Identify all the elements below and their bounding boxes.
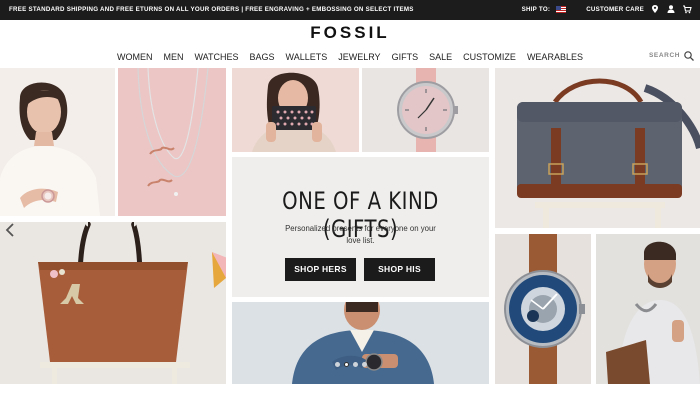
- us-flag-icon[interactable]: [556, 5, 567, 13]
- location-pin-icon[interactable]: [650, 4, 660, 14]
- blue-watch-image[interactable]: [495, 234, 591, 384]
- man-portrait-image[interactable]: [596, 234, 700, 384]
- shop-hers-button[interactable]: SHOP HERS: [285, 258, 356, 281]
- user-icon[interactable]: [666, 4, 676, 14]
- nav-men[interactable]: MEN: [158, 50, 189, 64]
- carousel-dots: [335, 362, 367, 367]
- nav-women[interactable]: WOMEN: [112, 50, 159, 64]
- pink-watch-image[interactable]: [362, 68, 489, 152]
- nav-watches[interactable]: WATCHES: [189, 50, 244, 64]
- search-icon[interactable]: [683, 50, 695, 62]
- carousel-dot[interactable]: [335, 362, 340, 367]
- promo-text: FREE STANDARD SHIPPING AND FREE ETURNS O…: [9, 6, 414, 13]
- woman-portrait-image[interactable]: [0, 68, 115, 216]
- nav-jewelry[interactable]: JEWELRY: [333, 50, 386, 64]
- nav-bags[interactable]: BAGS: [244, 50, 280, 64]
- carousel-dot[interactable]: [362, 362, 367, 367]
- promo-bar: FREE STANDARD SHIPPING AND FREE ETURNS O…: [0, 0, 700, 20]
- ship-to-label[interactable]: SHIP TO:: [522, 6, 551, 13]
- utility-links: SHIP TO: CUSTOMER CARE: [522, 4, 692, 14]
- nav-sale[interactable]: SALE: [424, 50, 458, 64]
- nav-gifts[interactable]: GIFTS: [386, 50, 424, 64]
- man-denim-image[interactable]: [232, 302, 489, 384]
- chevron-left-icon[interactable]: [5, 222, 15, 238]
- woman-wallet-image[interactable]: [232, 68, 359, 152]
- carousel-dot[interactable]: [353, 362, 358, 367]
- necklace-image[interactable]: [118, 68, 226, 216]
- nav-wearables[interactable]: WEARABLES: [521, 50, 588, 64]
- main-nav: WOMEN MEN WATCHES BAGS WALLETS JEWELRY G…: [0, 50, 700, 64]
- messenger-bag-image[interactable]: [495, 68, 700, 228]
- cart-icon[interactable]: [682, 4, 692, 14]
- shop-his-button[interactable]: SHOP HIS: [364, 258, 435, 281]
- carousel-dot-active[interactable]: [344, 362, 349, 367]
- search-input[interactable]: SEARCH: [648, 50, 688, 62]
- fossil-logo[interactable]: FOSSIL: [0, 23, 700, 43]
- tote-bag-image[interactable]: [0, 222, 226, 384]
- fossil-home-page: FREE STANDARD SHIPPING AND FREE ETURNS O…: [0, 0, 700, 400]
- nav-wallets[interactable]: WALLETS: [280, 50, 333, 64]
- customer-care-link[interactable]: CUSTOMER CARE: [586, 6, 644, 13]
- search-placeholder: SEARCH: [649, 52, 681, 59]
- promo-subtitle: Personalized presents for everyone on yo…: [285, 224, 436, 245]
- nav-customize[interactable]: CUSTOMIZE: [458, 50, 522, 64]
